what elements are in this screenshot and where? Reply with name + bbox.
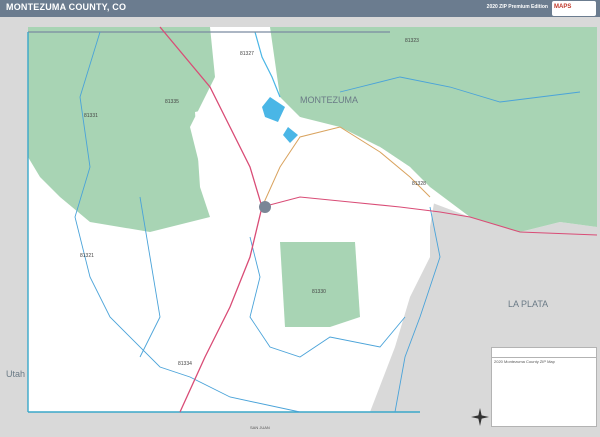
map-title: MONTEZUMA COUNTY, CO: [6, 2, 127, 12]
la-plata-label: LA PLATA: [508, 299, 548, 309]
zip-label-81321: 81321: [80, 253, 94, 259]
border-label-bottom: SAN JUAN: [250, 425, 270, 430]
brand-text: MAPS: [554, 4, 572, 10]
edition-label: 2020 ZIP Premium Edition: [486, 4, 548, 10]
zip-label-81334: 81334: [178, 361, 192, 367]
map-header: MONTEZUMA COUNTY, CO 2020 ZIP Premium Ed…: [0, 0, 600, 17]
zip-label-81335: 81335: [165, 99, 179, 105]
legend-title: 2020 Montezuma County ZIP Map: [494, 359, 555, 364]
zip-label-81331: 81331: [84, 113, 98, 119]
utah-area: [0, 27, 28, 412]
zip-label-81327: 81327: [240, 51, 254, 57]
brand-logo: MAPS: [552, 1, 596, 16]
utah-label: Utah: [6, 369, 25, 379]
map-legend: 2020 Montezuma County ZIP Map: [491, 357, 597, 427]
zip-zone-81330: [280, 242, 360, 327]
county-label: MONTEZUMA: [300, 95, 358, 105]
cortez-town: [259, 201, 271, 213]
zip-label-81330: 81330: [312, 289, 326, 295]
zip-label-81323: 81323: [405, 38, 419, 44]
zip-label-81328: 81328: [412, 181, 426, 187]
